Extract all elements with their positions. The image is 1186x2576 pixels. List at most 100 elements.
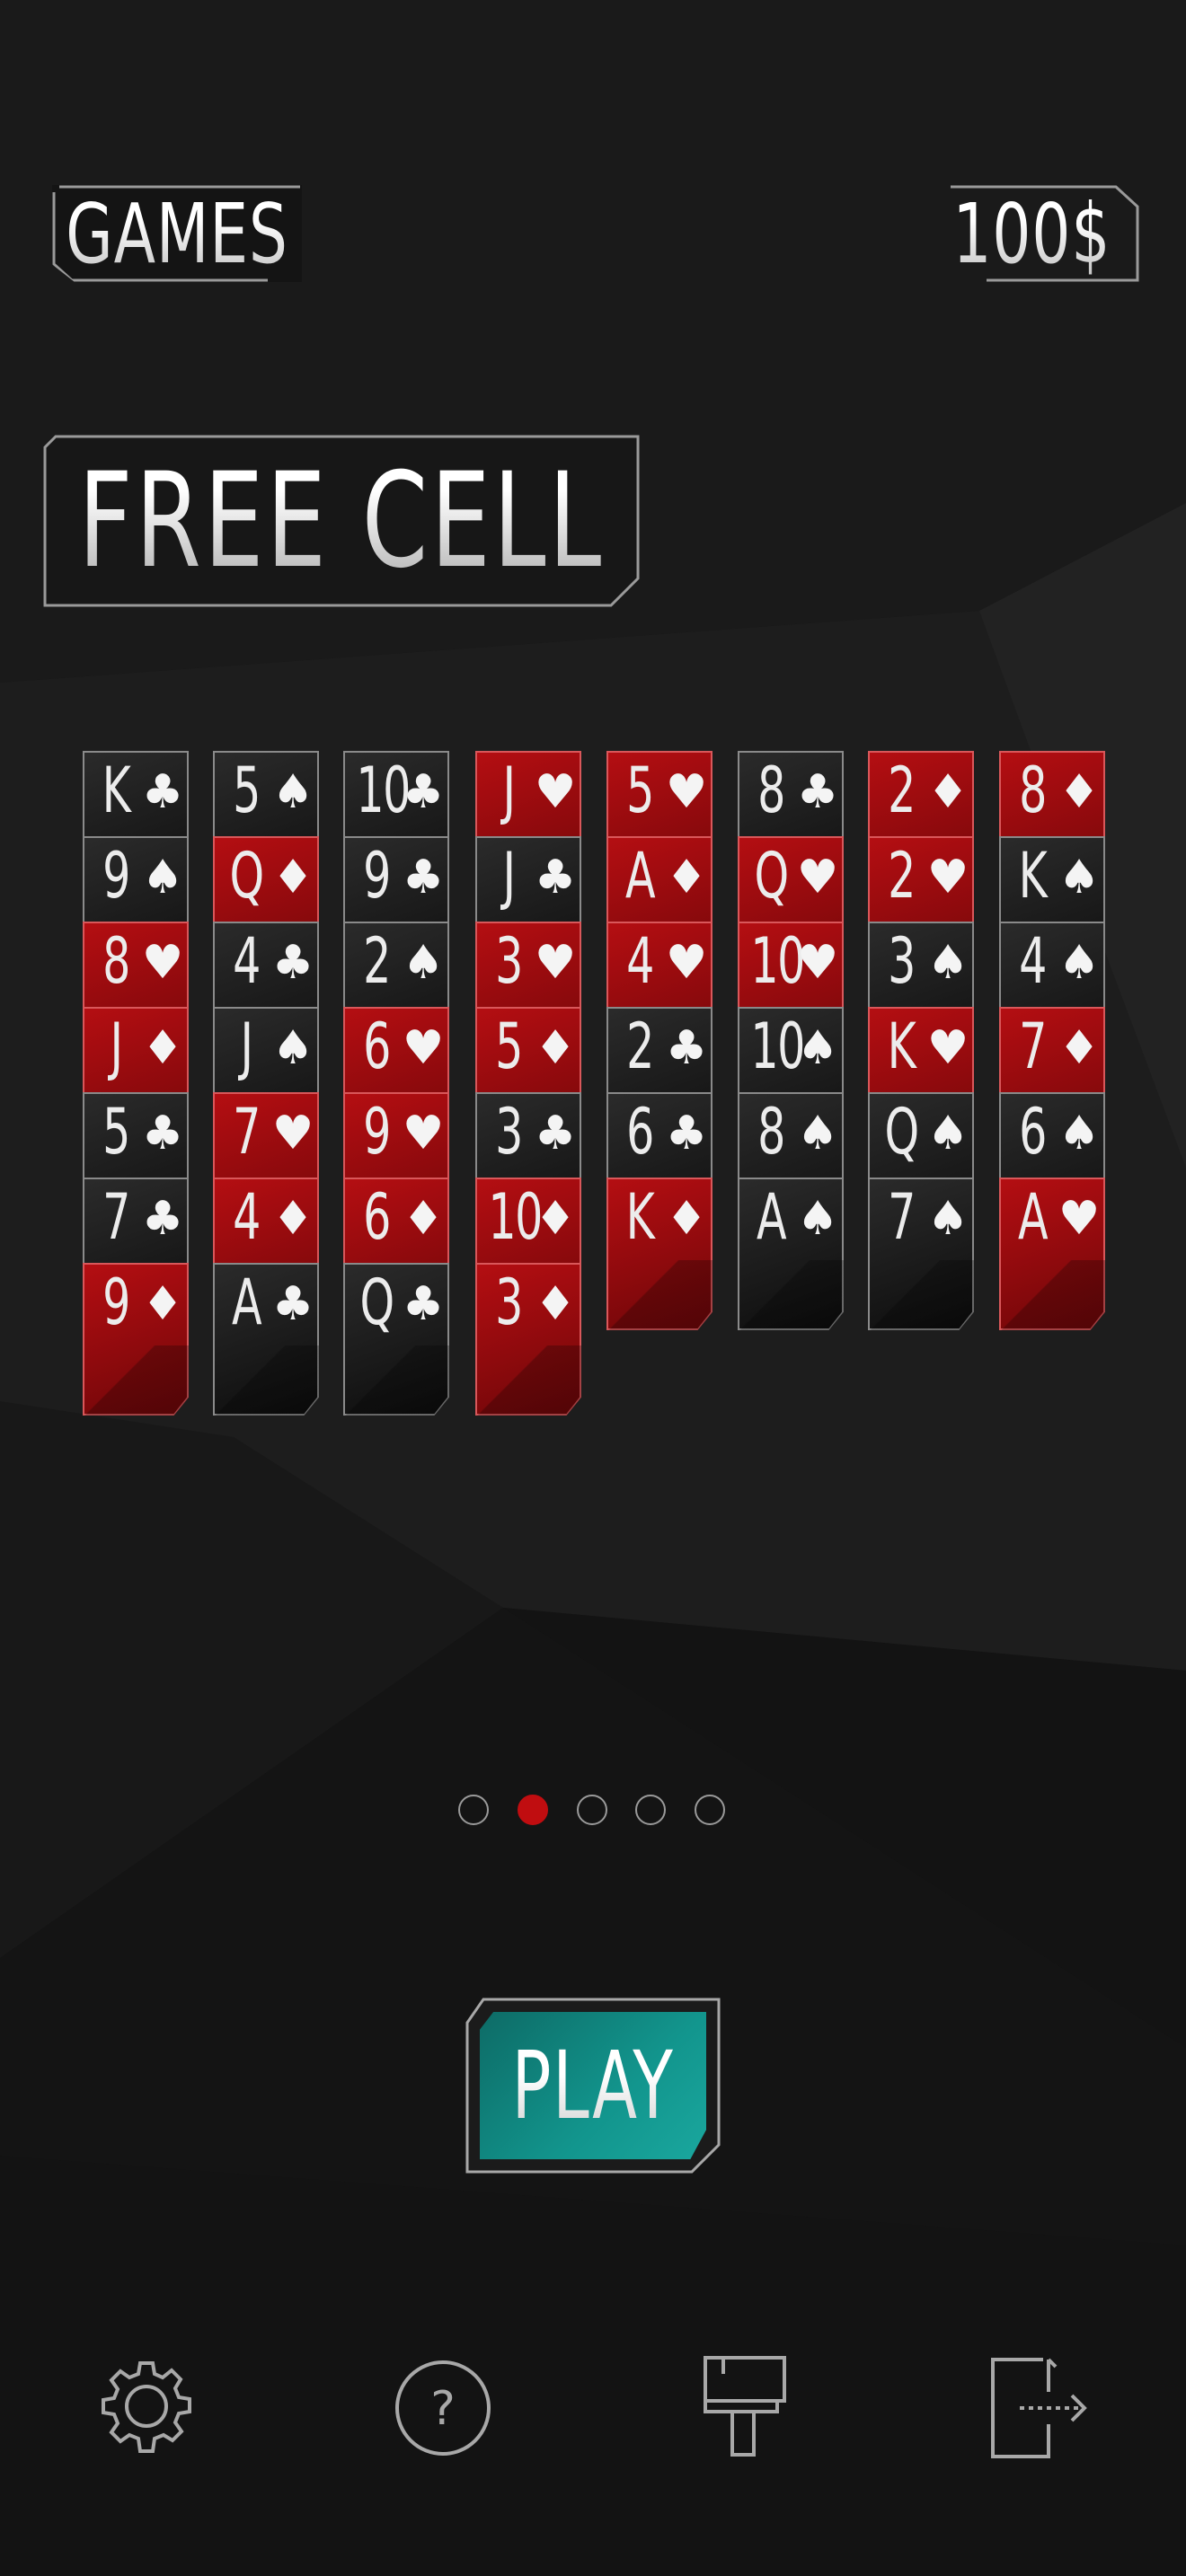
card-rank: 2	[626, 1010, 654, 1083]
card-rank: 6	[626, 1095, 654, 1169]
card-rank: 6	[363, 1010, 391, 1083]
page-dot[interactable]	[635, 1795, 666, 1825]
card-rank: 5	[102, 1095, 130, 1169]
card-suit-icon: ♦	[534, 1277, 577, 1331]
card-suit-icon: ♦	[141, 1021, 184, 1075]
card-rank: A	[756, 1180, 787, 1254]
card-rank: 2	[363, 924, 391, 998]
card-rank: 6	[1019, 1095, 1047, 1169]
page-dot[interactable]	[577, 1795, 607, 1825]
card-rank: 2	[888, 839, 916, 913]
card-rank: A	[624, 839, 656, 913]
card-rank: 7	[233, 1095, 261, 1169]
card-rank: 7	[102, 1180, 130, 1254]
card-suit-icon: ♦	[665, 851, 708, 904]
card-rank: 10	[750, 924, 805, 998]
card-7-black: 7 ♠	[868, 1178, 974, 1330]
card-rank: 9	[102, 839, 130, 913]
card-shade	[606, 1260, 712, 1330]
card-shade	[868, 1260, 974, 1330]
card-suit-icon: ♠	[796, 1021, 839, 1075]
card-shade	[999, 1260, 1105, 1330]
card-rank: Q	[359, 1266, 394, 1339]
theme-button[interactable]	[683, 2350, 800, 2466]
page-dot[interactable]	[518, 1795, 548, 1825]
card-rank: 2	[888, 754, 916, 827]
card-rank: 4	[626, 924, 654, 998]
card-rank: 5	[495, 1010, 523, 1083]
card-rank: J	[502, 839, 516, 913]
card-suit-icon: ♥	[665, 765, 708, 819]
card-rank: 5	[233, 754, 261, 827]
card-rank: 4	[233, 924, 261, 998]
card-rank: 7	[1019, 1010, 1047, 1083]
card-suit-icon: ♣	[141, 1192, 184, 1246]
card-suit-icon: ♣	[402, 765, 445, 819]
card-rank: K	[625, 1180, 655, 1254]
gear-icon	[102, 2361, 191, 2453]
card-suit-icon: ♥	[926, 1021, 969, 1075]
card-shade	[343, 1345, 449, 1416]
card-rank: 10	[750, 1010, 805, 1083]
card-suit-icon: ♠	[1058, 851, 1101, 904]
card-rank: A	[231, 1266, 262, 1339]
card-rank: Q	[229, 839, 264, 913]
card-K-red: K ♦	[606, 1178, 712, 1330]
help-button[interactable]: ?	[385, 2350, 501, 2466]
card-rank: 5	[626, 754, 654, 827]
help-icon: ?	[395, 2360, 491, 2456]
card-suit-icon: ♠	[271, 1021, 314, 1075]
play-button[interactable]: PLAY	[465, 1998, 721, 2174]
card-Q-black: Q ♣	[343, 1263, 449, 1416]
page-dot[interactable]	[695, 1795, 725, 1825]
card-suit-icon: ♣	[402, 851, 445, 904]
card-rank: J	[502, 754, 516, 827]
svg-text:?: ?	[430, 2382, 456, 2436]
card-suit-icon: ♦	[665, 1192, 708, 1246]
card-suit-icon: ♦	[1058, 1021, 1101, 1075]
card-suit-icon: ♥	[271, 1107, 314, 1160]
card-shade	[213, 1345, 319, 1416]
card-suit-icon: ♥	[141, 936, 184, 990]
card-rank: 9	[363, 839, 391, 913]
card-suit-icon: ♦	[402, 1192, 445, 1246]
card-rank: 8	[1019, 754, 1047, 827]
card-rank: 10	[488, 1180, 543, 1254]
card-suit-icon: ♠	[926, 1107, 969, 1160]
card-rank: 9	[102, 1266, 130, 1339]
card-suit-icon: ♥	[926, 851, 969, 904]
card-suit-icon: ♥	[796, 851, 839, 904]
card-suit-icon: ♣	[534, 1107, 577, 1160]
card-suit-icon: ♦	[271, 851, 314, 904]
card-suit-icon: ♣	[665, 1107, 708, 1160]
settings-button[interactable]	[88, 2350, 205, 2466]
card-suit-icon: ♠	[1058, 936, 1101, 990]
card-suit-icon: ♠	[926, 936, 969, 990]
card-shade	[475, 1345, 581, 1416]
card-suit-icon: ♣	[796, 765, 839, 819]
exit-button[interactable]	[981, 2350, 1098, 2466]
card-rank: J	[110, 1010, 123, 1083]
card-rank: K	[102, 754, 131, 827]
card-A-black: A ♣	[213, 1263, 319, 1416]
card-rank: 3	[888, 924, 916, 998]
card-suit-icon: ♦	[271, 1192, 314, 1246]
card-suit-icon: ♦	[926, 765, 969, 819]
card-suit-icon: ♦	[534, 1021, 577, 1075]
card-suit-icon: ♣	[534, 851, 577, 904]
card-suit-icon: ♣	[141, 765, 184, 819]
paint-roller-icon	[704, 2356, 786, 2457]
game-preview[interactable]: K ♣ 9 ♠ 8 ♥ J ♦ 5 ♣ 7 ♣ 9 ♦ 5 ♠ Q ♦ 4 ♣ J ♠ 7 ♥ 4 ♦ A ♣ 10 ♣ 9 ♣ 2 ♠ 6 ♥ 9 ♥ 6…	[0, 0, 1186, 1437]
card-suit-icon: ♣	[271, 1277, 314, 1331]
card-rank: 3	[495, 924, 523, 998]
card-suit-icon: ♣	[665, 1021, 708, 1075]
page-dot[interactable]	[458, 1795, 489, 1825]
card-suit-icon: ♠	[926, 1192, 969, 1246]
card-rank: K	[1018, 839, 1048, 913]
card-shade	[83, 1345, 189, 1416]
card-rank: 9	[363, 1095, 391, 1169]
card-rank: 4	[233, 1180, 261, 1254]
card-suit-icon: ♦	[534, 1192, 577, 1246]
card-rank: 3	[495, 1266, 523, 1339]
card-rank: 4	[1019, 924, 1047, 998]
